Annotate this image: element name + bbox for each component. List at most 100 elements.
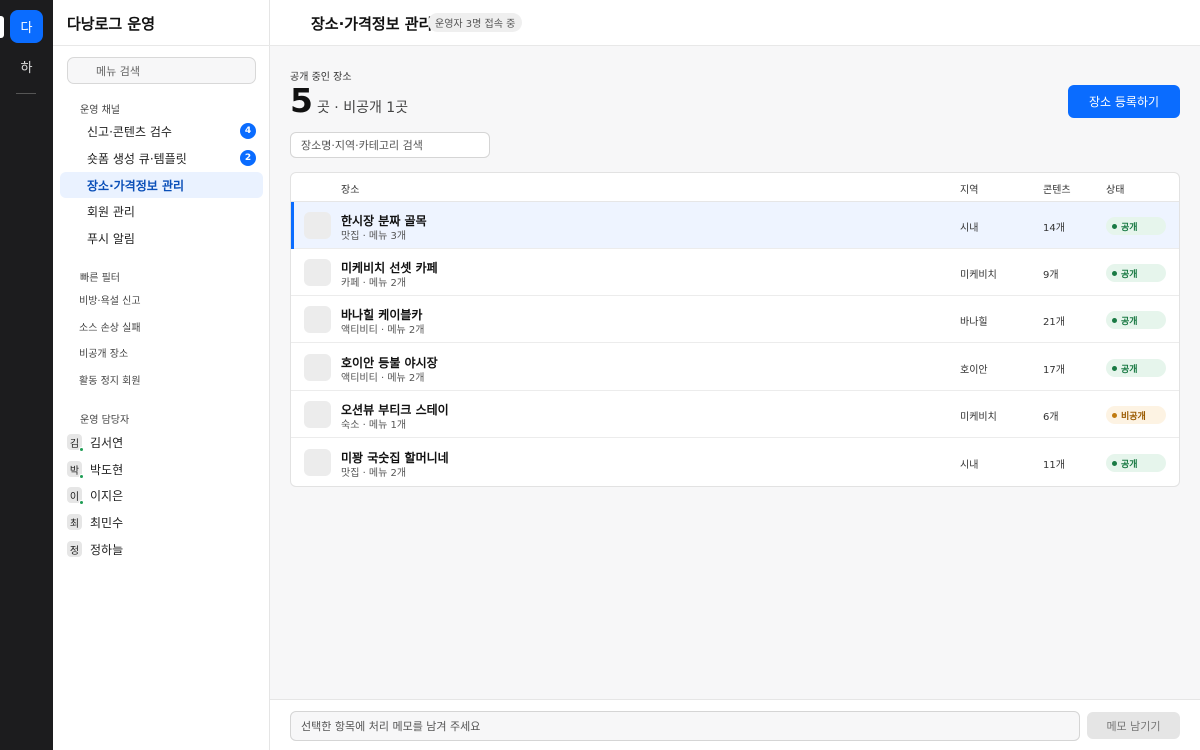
place-thumbnail [304,401,331,428]
page-title: 장소·가격정보 관리 [311,15,433,33]
online-indicator [79,474,84,479]
content-count: 21개 [1043,317,1065,328]
place-meta: 액티비티 · 메뉴 2개 [341,373,425,384]
status-badge: 공개 [1106,217,1166,235]
status-dot-icon [1112,412,1117,418]
places-table: 장소 지역 콘텐츠 상태 한시장 분짜 골목 맛집 · 메뉴 3개 시내 14개… [290,172,1180,487]
status-badge: 공개 [1106,359,1166,377]
table-row[interactable]: 오션뷰 부티크 스테이 숙소 · 메뉴 1개 미케비치 6개 비공개 [291,391,1179,438]
summary-count: 5 곳 · 비공개 1곳 [290,81,408,120]
content-count: 9개 [1043,270,1059,281]
staff-member[interactable]: 최 최민수 [67,513,123,531]
summary-detail: 곳 · 비공개 1곳 [316,100,409,116]
staff-member[interactable]: 김 김서연 [67,433,124,452]
place-meta: 맛집 · 메뉴 2개 [341,468,407,479]
place-meta: 숙소 · 메뉴 1개 [341,420,407,431]
public-count: 5 [290,81,313,120]
place-region: 시내 [960,460,979,471]
section-heading-filters: 빠른 필터 [80,273,120,284]
staff-member[interactable]: 박 박도현 [67,460,124,479]
place-region: 호이안 [960,365,988,376]
avatar: 최 [67,514,82,530]
section-heading-channels: 운영 채널 [80,105,120,116]
staff-name: 이지은 [90,488,124,503]
quick-filter[interactable]: 비방·욕설 신고 [79,292,141,307]
table-row[interactable]: 한시장 분짜 골목 맛집 · 메뉴 3개 시내 14개 공개 [291,202,1179,249]
place-meta: 액티비티 · 메뉴 2개 [341,325,425,336]
main-content: 장소·가격정보 관리 운영자 3명 접속 중 공개 중인 장소 5 곳 · 비공… [270,0,1200,750]
count-badge: 4 [240,123,256,139]
staff-name: 최민수 [90,515,124,530]
nav-item-label: 회원 관리 [87,204,135,219]
status-badge: 공개 [1106,264,1166,282]
place-meta: 카페 · 메뉴 2개 [341,278,407,289]
content-count: 11개 [1043,460,1065,471]
place-thumbnail [304,354,331,381]
place-region: 미케비치 [960,412,997,423]
memo-input[interactable]: 선택한 항목에 처리 메모를 남겨 주세요 [290,711,1080,741]
place-thumbnail [304,306,331,333]
table-header: 장소 지역 콘텐츠 상태 [291,173,1179,202]
content-count: 14개 [1043,223,1065,234]
nav-item-places[interactable]: 장소·가격정보 관리 [60,172,263,198]
nav-item-shortform-queue[interactable]: 숏폼 생성 큐·템플릿 2 [60,145,263,171]
table-row[interactable]: 호이안 등불 야시장 액티비티 · 메뉴 2개 호이안 17개 공개 [291,344,1179,391]
avatar: 이 [67,487,84,505]
status-badge: 공개 [1106,454,1166,472]
online-indicator [79,500,84,505]
quick-filter[interactable]: 활동 정지 회원 [79,372,141,387]
status-dot-icon [1112,270,1117,276]
register-place-button[interactable]: 장소 등록하기 [1068,85,1180,118]
staff-member[interactable]: 정 정하늘 [67,540,123,558]
content-count: 17개 [1043,365,1065,376]
place-thumbnail [304,212,331,239]
sidebar: 다낭로그 운영 메뉴 검색 운영 채널 신고·콘텐츠 검수 4 숏폼 생성 큐·… [53,0,270,750]
content-count: 6개 [1043,412,1059,423]
place-region: 미케비치 [960,270,997,281]
place-thumbnail [304,449,331,476]
quick-filter[interactable]: 비공개 장소 [79,345,128,360]
column-header-content[interactable]: 콘텐츠 [1043,181,1071,196]
nav-item-label: 장소·가격정보 관리 [87,178,185,193]
nav-item-members[interactable]: 회원 관리 [60,198,263,224]
place-meta: 맛집 · 메뉴 3개 [341,231,407,242]
place-thumbnail [304,259,331,286]
status-dot-icon [1112,365,1117,371]
menu-search-input[interactable]: 메뉴 검색 [67,57,256,84]
avatar: 정 [67,541,82,557]
nav-item-report-review[interactable]: 신고·콘텐츠 검수 4 [60,118,263,144]
count-badge: 2 [240,150,256,166]
status-dot-icon [1112,317,1117,323]
sidebar-divider [53,45,270,46]
status-badge: 공개 [1106,311,1166,329]
place-region: 바나힐 [960,317,988,328]
workspace-button[interactable]: 하 [10,50,43,83]
column-header-status[interactable]: 상태 [1106,181,1124,196]
status-badge: 비공개 [1106,406,1166,424]
place-region: 시내 [960,223,979,234]
staff-name: 김서연 [90,435,124,450]
leave-memo-button[interactable]: 메모 남기기 [1087,712,1180,739]
header-bar: 장소·가격정보 관리 운영자 3명 접속 중 [270,0,1200,46]
nav-item-label: 신고·콘텐츠 검수 [87,124,172,139]
table-row[interactable]: 바나힐 케이블카 액티비티 · 메뉴 2개 바나힐 21개 공개 [291,296,1179,343]
nav-item-push[interactable]: 푸시 알림 [60,225,263,251]
section-heading-staff: 운영 담당자 [80,415,130,426]
workspace-rail: 다 하 [0,0,53,750]
nav-item-label: 푸시 알림 [87,231,135,246]
staff-name: 박도현 [90,462,124,477]
place-search-input[interactable]: 장소명·지역·카테고리 검색 [290,132,490,158]
column-header-place[interactable]: 장소 [341,181,359,196]
table-row[interactable]: 미꽝 국숫집 할머니네 맛집 · 메뉴 2개 시내 11개 공개 [291,439,1179,486]
status-dot-icon [1112,223,1117,229]
active-workspace-indicator [0,16,4,38]
status-dot-icon [1112,460,1117,466]
column-header-region[interactable]: 지역 [960,181,978,196]
workspace-button-active[interactable]: 다 [10,10,43,43]
memo-bar: 선택한 항목에 처리 메모를 남겨 주세요 메모 남기기 [270,699,1200,750]
staff-member[interactable]: 이 이지은 [67,486,124,505]
nav-item-label: 숏폼 생성 큐·템플릿 [87,151,187,166]
app-title: 다낭로그 운영 [67,15,156,33]
quick-filter[interactable]: 소스 손상 실패 [79,319,141,334]
table-row[interactable]: 미케비치 선셋 카페 카페 · 메뉴 2개 미케비치 9개 공개 [291,249,1179,296]
